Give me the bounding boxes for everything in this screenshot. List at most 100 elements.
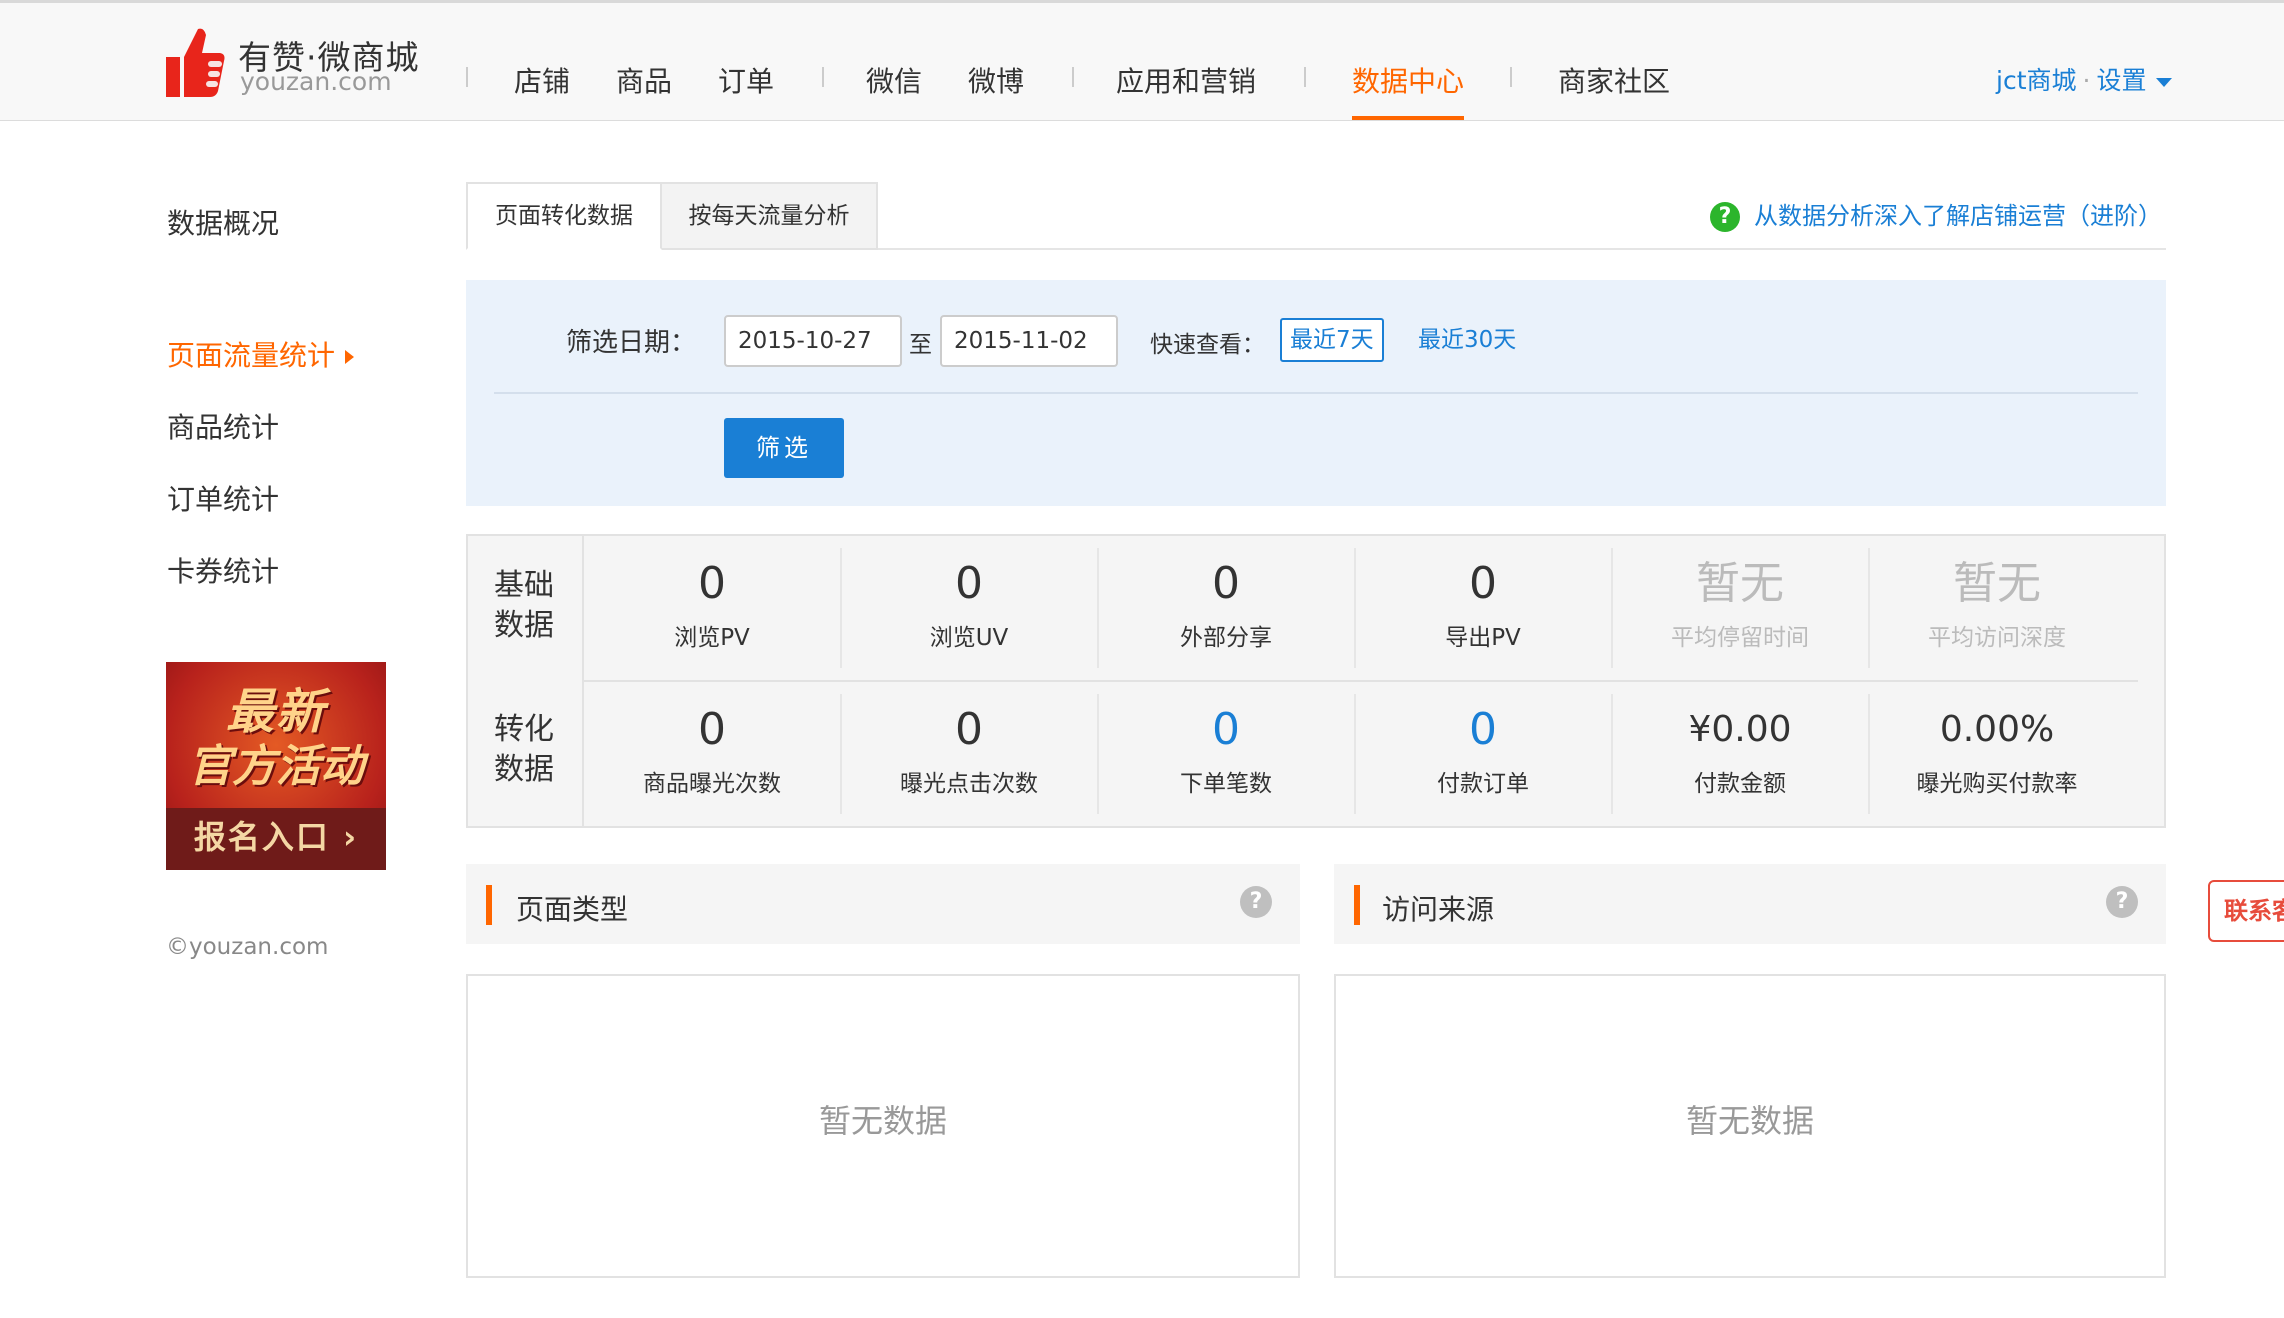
stat-label: 付款金额 [1694, 771, 1786, 797]
visit-source-panel-header: 访问来源 ? [1334, 864, 2166, 944]
stat-avg-stay-time: 暂无 平均停留时间 [1612, 556, 1868, 652]
stat-label: 付款订单 [1437, 771, 1529, 797]
stats-row-separator [584, 680, 2138, 682]
stats-table: 基础数据 转化数据 0 浏览PV 0 浏览UV 0 外部分享 0 导出PV 暂无… [466, 534, 2166, 828]
stat-value-link[interactable]: 0 [1355, 702, 1611, 758]
page-type-panel-header: 页面类型 ? [466, 864, 1300, 944]
stat-orders-placed[interactable]: 0 下单笔数 [1098, 702, 1354, 798]
nav-item-store[interactable]: 店铺 [514, 60, 570, 100]
stat-paid-amount: ¥0.00 付款金额 [1612, 702, 1868, 798]
sidebar-item-product-stats[interactable]: 商品统计 [167, 406, 279, 446]
nav-separator [1304, 67, 1306, 87]
stat-value: 暂无 [1953, 558, 2041, 609]
tab-page-conversion[interactable]: 页面转化数据 [466, 182, 662, 250]
thumbs-up-logo-icon[interactable] [164, 27, 226, 99]
contact-support-tab[interactable]: 联系客服 [2208, 880, 2284, 942]
stats-row-titles: 基础数据 转化数据 [468, 536, 584, 826]
nav-separator [1510, 67, 1512, 87]
nav-item-wechat[interactable]: 微信 [866, 60, 922, 100]
stat-label: 导出PV [1445, 625, 1521, 651]
row-title-conversion: 转化数据 [494, 712, 554, 787]
quick-view-label: 快速查看： [1150, 332, 1265, 358]
nav-item-products[interactable]: 商品 [616, 60, 672, 100]
stat-external-share: 0 外部分享 [1098, 556, 1354, 652]
caret-right-icon [345, 350, 355, 364]
page-type-panel: 暂无数据 [466, 974, 1300, 1278]
promo-cta[interactable]: 报名入口 › [166, 812, 386, 858]
logo-subtitle: youzan.com [240, 67, 392, 96]
nav-separator [466, 67, 468, 87]
stat-exposure-payment-rate: 0.00% 曝光购买付款率 [1869, 702, 2125, 798]
stat-value: 0 [698, 704, 726, 755]
nav-item-apps-marketing[interactable]: 应用和营销 [1116, 60, 1256, 100]
stat-product-exposure: 0 商品曝光次数 [584, 702, 840, 798]
stat-label: 浏览PV [674, 625, 750, 651]
tab-daily-traffic[interactable]: 按每天流量分析 [660, 182, 878, 250]
nav-separator [1072, 67, 1074, 87]
question-icon: ? [1710, 202, 1740, 232]
sidebar-item-label: 页面流量统计 [167, 339, 336, 372]
sidebar-item-data-overview[interactable]: 数据概况 [167, 202, 279, 242]
user-menu[interactable]: jct商城 · 设置 [1996, 61, 2173, 97]
stat-export-pv: 0 导出PV [1355, 556, 1611, 652]
user-name[interactable]: jct商城 [1996, 66, 2077, 95]
row-title-basic: 基础数据 [494, 568, 554, 643]
stat-label: 曝光点击次数 [900, 771, 1038, 797]
sidebar-item-page-traffic[interactable]: 页面流量统计 [167, 334, 355, 374]
end-date-input[interactable] [940, 315, 1118, 367]
stat-value: 0 [955, 558, 983, 609]
panel-accent [1354, 885, 1360, 925]
promo-line-2: 官方活动 [188, 741, 364, 792]
quick-last-7-days[interactable]: 最近7天 [1280, 318, 1384, 362]
question-icon[interactable]: ? [1240, 886, 1272, 918]
top-header: 有赞·微商城 youzan.com 店铺 商品 订单 微信 微博 应用和营销 数… [0, 3, 2284, 121]
empty-state: 暂无数据 [818, 1102, 947, 1140]
nav-item-data-center[interactable]: 数据中心 [1352, 60, 1464, 100]
stat-value: 0 [698, 558, 726, 609]
sidebar-item-coupon-stats[interactable]: 卡券统计 [167, 550, 279, 590]
filter-panel: 筛选日期： 至 快速查看： 最近7天 最近30天 筛选 [466, 280, 2166, 506]
question-icon[interactable]: ? [2106, 886, 2138, 918]
nav-active-indicator [1352, 116, 1464, 120]
stat-value: 0 [1469, 558, 1497, 609]
stat-value: 0.00% [1939, 709, 2055, 750]
date-filter-label: 筛选日期： [566, 328, 697, 358]
copyright: ©youzan.com [166, 934, 329, 960]
panel-title: 访问来源 [1382, 893, 1495, 926]
nav-item-merchant-community[interactable]: 商家社区 [1558, 60, 1670, 100]
sidebar-item-order-stats[interactable]: 订单统计 [167, 478, 279, 518]
stat-value: ¥0.00 [1688, 709, 1792, 750]
stat-value: 暂无 [1696, 558, 1784, 609]
start-date-input[interactable] [724, 315, 902, 367]
caret-down-icon[interactable] [2156, 77, 2173, 87]
stat-label: 下单笔数 [1180, 771, 1272, 797]
help-link-label: 从数据分析深入了解店铺运营（进阶） [1754, 202, 2162, 230]
panel-title: 页面类型 [516, 893, 629, 926]
panel-accent [486, 885, 492, 925]
filter-divider [494, 392, 2138, 394]
stat-avg-visit-depth: 暂无 平均访问深度 [1869, 556, 2125, 652]
stat-exposure-clicks: 0 曝光点击次数 [841, 702, 1097, 798]
date-range-to-label: 至 [909, 332, 932, 358]
stat-label: 外部分享 [1180, 625, 1272, 651]
stat-paid-orders[interactable]: 0 付款订单 [1355, 702, 1611, 798]
stat-label: 商品曝光次数 [643, 771, 781, 797]
nav-item-orders[interactable]: 订单 [718, 60, 774, 100]
stat-label: 曝光购买付款率 [1916, 771, 2078, 797]
quick-last-30-days[interactable]: 最近30天 [1408, 318, 1526, 362]
filter-button[interactable]: 筛选 [724, 418, 844, 478]
stat-label: 平均停留时间 [1671, 625, 1809, 651]
nav-separator [822, 67, 824, 87]
stat-label: 浏览UV [929, 625, 1009, 651]
promo-banner[interactable]: 最新 官方活动 报名入口 › [166, 662, 386, 870]
stat-label: 平均访问深度 [1928, 625, 2066, 651]
stat-page-uv: 0 浏览UV [841, 556, 1097, 652]
settings-link[interactable]: 设置 [2096, 66, 2146, 95]
help-link[interactable]: ? 从数据分析深入了解店铺运营（进阶） [1710, 196, 2162, 232]
stat-page-pv: 0 浏览PV [584, 556, 840, 652]
stat-value-link[interactable]: 0 [1098, 702, 1354, 758]
stat-value: 0 [955, 704, 983, 755]
user-separator: · [2082, 66, 2091, 95]
empty-state: 暂无数据 [1685, 1102, 1814, 1140]
nav-item-weibo[interactable]: 微博 [968, 60, 1024, 100]
